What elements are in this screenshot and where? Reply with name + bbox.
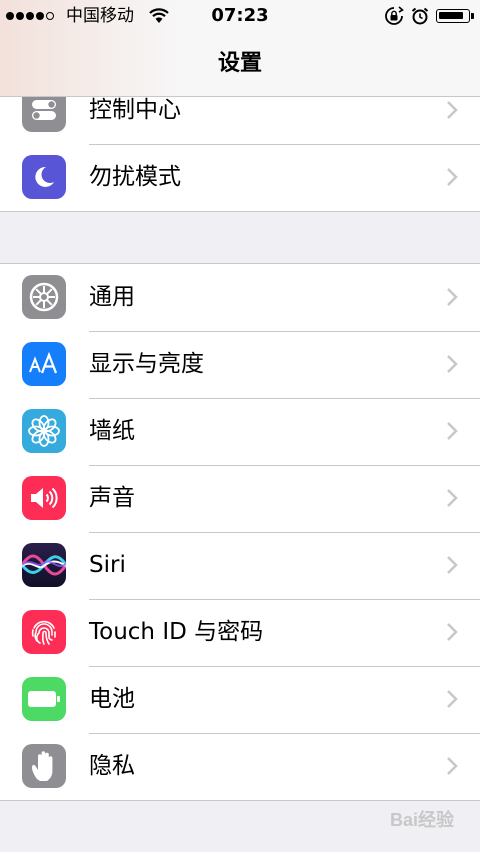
settings-row-siri[interactable]: Siri (0, 532, 480, 599)
speaker-icon (22, 476, 66, 520)
battery-icon (22, 677, 66, 721)
settings-row-display-brightness[interactable]: 显示与亮度 (0, 331, 480, 398)
text-size-icon (22, 342, 66, 386)
settings-row-label: 显示与亮度 (89, 351, 204, 377)
chevron-right-icon (447, 101, 458, 119)
settings-row-label: 电池 (89, 686, 135, 712)
settings-row-label: 隐私 (89, 753, 135, 779)
flower-icon (22, 409, 66, 453)
settings-row-label: 墙纸 (89, 418, 135, 444)
chevron-right-icon (447, 489, 458, 507)
chevron-right-icon (447, 168, 458, 186)
settings-row-sounds[interactable]: 声音 (0, 465, 480, 532)
chevron-right-icon (447, 556, 458, 574)
settings-row-privacy[interactable]: 隐私 (0, 733, 480, 800)
settings-group-2: 通用 显示与亮度 墙纸 声音 Siri Touch ID 与密码 电池 隐私 (0, 263, 480, 801)
chevron-right-icon (447, 288, 458, 306)
settings-row-battery[interactable]: 电池 (0, 666, 480, 733)
fingerprint-icon (22, 610, 66, 654)
settings-row-wallpaper[interactable]: 墙纸 (0, 398, 480, 465)
watermark-logo: Bai经验 (389, 810, 454, 830)
settings-row-general[interactable]: 通用 (0, 264, 480, 331)
moon-icon (22, 155, 66, 199)
settings-row-label: 通用 (89, 284, 135, 310)
chevron-right-icon (447, 757, 458, 775)
settings-row-touch-id-passcode[interactable]: Touch ID 与密码 (0, 599, 480, 666)
gear-icon (22, 275, 66, 319)
settings-row-label: 声音 (89, 485, 135, 511)
alarm-icon (411, 7, 429, 25)
settings-row-label: 勿扰模式 (89, 164, 181, 190)
settings-row-label: Touch ID 与密码 (89, 619, 264, 645)
status-bar: 中国移动 07:23 (0, 0, 480, 32)
chevron-right-icon (447, 355, 458, 373)
settings-row-label: Siri (89, 552, 126, 578)
battery-level-icon (436, 9, 474, 23)
settings-row-do-not-disturb[interactable]: 勿扰模式 (0, 144, 480, 211)
chevron-right-icon (447, 422, 458, 440)
rotation-lock-icon (385, 6, 404, 25)
page-title: 设置 (217, 51, 262, 76)
hand-icon (22, 744, 66, 788)
navigation-bar: 中国移动 07:23 设置 (0, 0, 480, 97)
chevron-right-icon (447, 690, 458, 708)
siri-icon (22, 543, 66, 587)
chevron-right-icon (447, 623, 458, 641)
status-time: 07:23 (211, 5, 269, 26)
